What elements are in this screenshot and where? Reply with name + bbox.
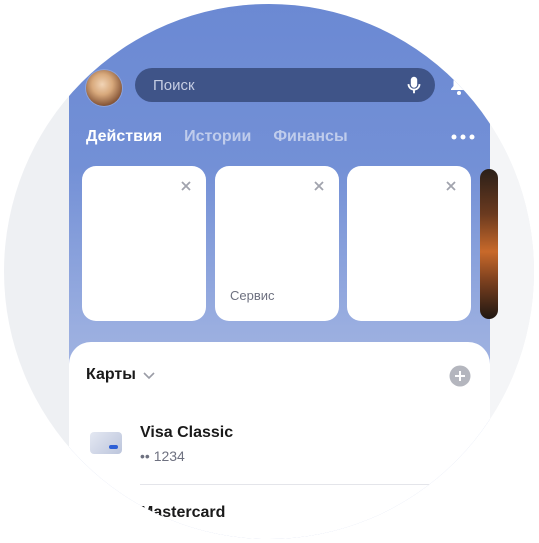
card-label: Сервис (230, 288, 275, 303)
close-icon[interactable] (445, 180, 457, 192)
more-icon[interactable] (450, 132, 476, 142)
card-icon (90, 432, 122, 454)
status-indicator (406, 18, 416, 28)
screen-frame: Поиск Действия Истории Финансы Сервис Ка… (4, 4, 534, 539)
account-title[interactable]: Visa Classic (140, 424, 233, 442)
section-title: Карты (86, 366, 136, 383)
story-preview-image[interactable] (480, 169, 498, 319)
close-icon[interactable] (180, 180, 192, 192)
close-icon[interactable] (313, 180, 325, 192)
avatar[interactable] (86, 70, 122, 106)
plus-icon[interactable] (449, 365, 471, 387)
action-card[interactable] (347, 166, 471, 321)
tab-bar: Действия Истории Финансы (86, 128, 348, 146)
action-card[interactable] (82, 166, 206, 321)
search-bar[interactable]: Поиск (135, 68, 435, 102)
chevron-down-icon (143, 372, 155, 380)
account-number: •• 1234 (140, 448, 185, 464)
divider (140, 484, 440, 485)
tab-actions[interactable]: Действия (86, 128, 162, 146)
mic-icon[interactable] (403, 74, 425, 96)
tab-stories[interactable]: Истории (184, 128, 251, 146)
search-input[interactable]: Поиск (153, 77, 403, 94)
tab-finance[interactable]: Финансы (273, 128, 347, 146)
action-card[interactable]: Сервис (215, 166, 339, 321)
cards-section-header[interactable]: Карты (86, 366, 156, 384)
account-title[interactable]: Mastercard (140, 504, 225, 522)
bell-icon[interactable] (449, 74, 469, 96)
